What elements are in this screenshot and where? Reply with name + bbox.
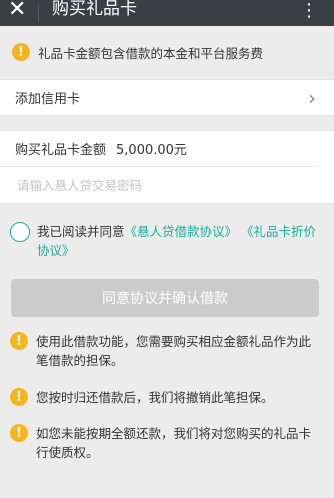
close-icon[interactable]: ✕ <box>8 0 26 23</box>
tip-text: 您按时归还借款后，我们将撤销此笔担保。 <box>36 390 274 405</box>
agreement-text: 我已阅读并同意《悬人贷借款协议》 《礼品卡折价协议》 <box>37 222 325 260</box>
amount-label: 购买礼品卡金额 <box>15 143 107 158</box>
tip-item: ! 使用此借款功能，您需要购买相应金额礼品作为此笔借款的担保。 <box>10 332 325 370</box>
notice-text: 礼品卡金额包含借款的本金和平台服务费 <box>38 45 264 61</box>
amount-row: 购买礼品卡金额 5,000.00元 <box>0 131 318 167</box>
add-credit-card-label: 添加信用卡 <box>15 92 81 107</box>
warning-icon: ! <box>10 332 28 350</box>
title-divider <box>38 4 39 22</box>
tip-text: 如您未能按期全额还款，我们将对您购买的礼品卡行使质权。 <box>36 426 312 460</box>
amount-value: 5,000.00元 <box>116 143 187 158</box>
notice-banner: ! 礼品卡金额包含借款的本金和平台服务费 <box>0 34 334 70</box>
page-title: 购买礼品卡 <box>52 0 137 19</box>
more-options-icon[interactable]: ⋮ <box>300 0 318 24</box>
chevron-right-icon: › <box>308 86 316 110</box>
tip-item: ! 如您未能按期全额还款，我们将对您购买的礼品卡行使质权。 <box>10 424 325 462</box>
add-credit-card-row[interactable]: 添加信用卡 › <box>0 79 334 116</box>
title-bar: ✕ 购买礼品卡 ⋮ <box>0 0 334 26</box>
warning-icon: ! <box>10 424 28 442</box>
purchase-form: 购买礼品卡金额 5,000.00元 <box>0 130 334 204</box>
warning-icon: ! <box>10 388 28 406</box>
loan-agreement-link[interactable]: 《悬人贷借款协议》 <box>125 224 238 239</box>
agree-radio[interactable] <box>10 222 30 242</box>
tip-item: ! 您按时归还借款后，我们将撤销此笔担保。 <box>10 388 325 407</box>
warning-icon: ! <box>12 43 30 61</box>
confirm-loan-button[interactable]: 同意协议并确认借款 <box>11 279 319 317</box>
password-row <box>0 167 334 203</box>
trade-password-input[interactable] <box>17 177 297 193</box>
tip-text: 使用此借款功能，您需要购买相应金额礼品作为此笔借款的担保。 <box>36 334 312 368</box>
agreement-prefix: 我已阅读并同意 <box>37 224 125 239</box>
